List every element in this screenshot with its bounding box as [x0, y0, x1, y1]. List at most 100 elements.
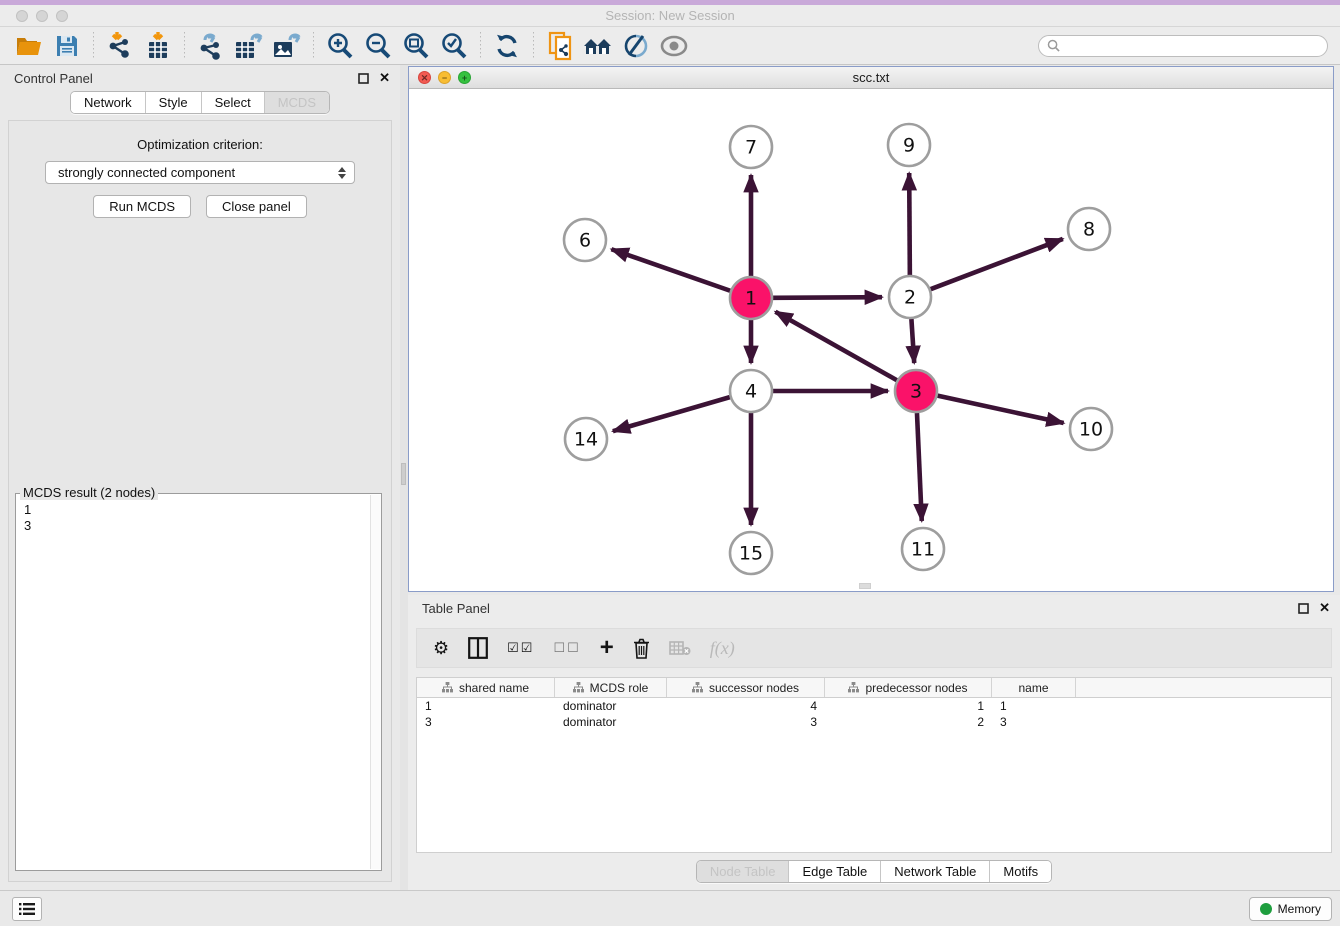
tree-hierarchy-icon — [442, 682, 453, 693]
mcds-result-title: MCDS result (2 nodes) — [20, 485, 158, 500]
delete-column-icon[interactable] — [633, 638, 650, 659]
table-row[interactable]: 3dominator323 — [417, 714, 1331, 730]
close-panel-icon[interactable]: ✕ — [379, 70, 390, 86]
tab-style[interactable]: Style — [146, 92, 202, 113]
memory-button[interactable]: Memory — [1249, 897, 1332, 921]
result-scrollbar[interactable] — [370, 495, 381, 869]
edge-3-11[interactable] — [917, 413, 922, 521]
minimize-window-button[interactable] — [36, 10, 48, 22]
panel-splitter[interactable] — [400, 65, 408, 890]
hide-details-icon[interactable] — [617, 30, 655, 62]
run-mcds-button[interactable]: Run MCDS — [93, 195, 191, 218]
network-canvas[interactable]: 7968124314101511 — [409, 89, 1333, 591]
node-label-9: 9 — [903, 135, 915, 157]
toolbar-separator — [93, 32, 94, 60]
table-header-row: shared nameMCDS rolesuccessor nodesprede… — [417, 678, 1331, 698]
import-table-icon[interactable] — [139, 30, 177, 62]
table-cell[interactable]: 3 — [417, 714, 555, 730]
float-panel-icon[interactable] — [358, 73, 369, 84]
task-history-button[interactable] — [12, 897, 42, 921]
add-column-icon[interactable]: + — [600, 638, 614, 658]
toolbar-separator — [533, 32, 534, 60]
import-network-icon[interactable] — [101, 30, 139, 62]
zoom-window-button[interactable] — [56, 10, 68, 22]
refresh-layout-icon[interactable] — [488, 30, 526, 62]
network-close-button[interactable]: ✕ — [418, 71, 431, 84]
close-window-button[interactable] — [16, 10, 28, 22]
column-header-successor-nodes[interactable]: successor nodes — [667, 678, 825, 697]
search-input[interactable] — [1060, 39, 1319, 53]
zoom-fit-icon[interactable] — [397, 30, 435, 62]
network-view-window: ✕ − + scc.txt 7968124314101511 — [408, 66, 1334, 592]
search-field[interactable] — [1038, 35, 1328, 57]
column-header-MCDS-role[interactable]: MCDS role — [555, 678, 667, 697]
table-cell[interactable]: 1 — [825, 698, 992, 714]
table-cell[interactable]: dominator — [555, 698, 667, 714]
show-details-icon[interactable] — [655, 30, 693, 62]
table-settings-gear-icon[interactable]: ⚙ — [433, 638, 449, 659]
tab-network[interactable]: Network — [71, 92, 146, 113]
network-minimize-button[interactable]: − — [438, 71, 451, 84]
table-cell[interactable]: dominator — [555, 714, 667, 730]
table-body: 1dominator4113dominator323 — [417, 698, 1331, 730]
export-image-icon[interactable] — [268, 30, 306, 62]
network-graph[interactable]: 7968124314101511 — [409, 89, 1333, 591]
canvas-scroll-nub[interactable] — [859, 583, 871, 589]
zoom-out-icon[interactable] — [359, 30, 397, 62]
edge-3-10[interactable] — [937, 396, 1063, 423]
table-cell[interactable]: 4 — [667, 698, 825, 714]
close-panel-button[interactable]: Close panel — [206, 195, 307, 218]
table-cell[interactable]: 3 — [992, 714, 1076, 730]
edge-4-14[interactable] — [613, 397, 730, 431]
table-cell[interactable]: 2 — [825, 714, 992, 730]
edge-1-2[interactable] — [773, 297, 882, 298]
deselect-all-checkboxes-icon[interactable]: ☐☐ — [553, 640, 580, 656]
select-all-checkboxes-icon[interactable]: ☑☑ — [507, 640, 534, 656]
export-table-icon[interactable] — [230, 30, 268, 62]
network-window-titlebar[interactable]: ✕ − + scc.txt — [409, 67, 1333, 89]
table-tab-node-table[interactable]: Node Table — [697, 861, 790, 882]
tree-hierarchy-icon — [692, 682, 703, 693]
function-builder-icon[interactable]: f(x) — [710, 638, 735, 659]
mcds-result-list[interactable]: 13 — [16, 494, 381, 534]
edge-3-1[interactable] — [775, 312, 896, 380]
node-label-2: 2 — [904, 287, 916, 309]
delete-table-icon[interactable] — [669, 640, 691, 656]
tab-mcds[interactable]: MCDS — [265, 92, 329, 113]
toolbar-separator — [313, 32, 314, 60]
node-table[interactable]: shared nameMCDS rolesuccessor nodesprede… — [416, 677, 1332, 853]
result-line: 1 — [24, 502, 373, 518]
result-line: 3 — [24, 518, 373, 534]
criterion-dropdown[interactable]: strongly connected component — [45, 161, 355, 184]
tab-select[interactable]: Select — [202, 92, 265, 113]
network-zoom-button[interactable]: + — [458, 71, 471, 84]
column-view-icon[interactable] — [468, 637, 488, 659]
table-tab-network-table[interactable]: Network Table — [881, 861, 990, 882]
save-session-icon[interactable] — [48, 30, 86, 62]
table-cell[interactable]: 1 — [417, 698, 555, 714]
edge-2-9[interactable] — [909, 173, 910, 275]
edge-2-8[interactable] — [931, 239, 1063, 289]
open-folder-icon[interactable] — [10, 30, 48, 62]
toolbar-separator — [184, 32, 185, 60]
column-header-shared-name[interactable]: shared name — [417, 678, 555, 697]
edge-1-6[interactable] — [611, 249, 730, 291]
edge-2-3[interactable] — [911, 319, 914, 363]
home-pages-icon[interactable] — [579, 30, 617, 62]
column-header-name[interactable]: name — [992, 678, 1076, 697]
node-label-10: 10 — [1079, 419, 1103, 441]
table-toolbar: ⚙ ☑☑ ☐☐ + f(x) — [416, 628, 1332, 668]
float-table-panel-icon[interactable] — [1298, 603, 1309, 614]
clone-network-icon[interactable] — [541, 30, 579, 62]
table-tab-edge-table[interactable]: Edge Table — [789, 861, 881, 882]
column-header-predecessor-nodes[interactable]: predecessor nodes — [825, 678, 992, 697]
close-table-panel-icon[interactable]: ✕ — [1319, 600, 1330, 616]
zoom-in-icon[interactable] — [321, 30, 359, 62]
table-row[interactable]: 1dominator411 — [417, 698, 1331, 714]
window-title: Session: New Session — [0, 5, 1340, 27]
zoom-selected-icon[interactable] — [435, 30, 473, 62]
table-cell[interactable]: 3 — [667, 714, 825, 730]
table-tab-motifs[interactable]: Motifs — [990, 861, 1051, 882]
export-network-icon[interactable] — [192, 30, 230, 62]
table-cell[interactable]: 1 — [992, 698, 1076, 714]
